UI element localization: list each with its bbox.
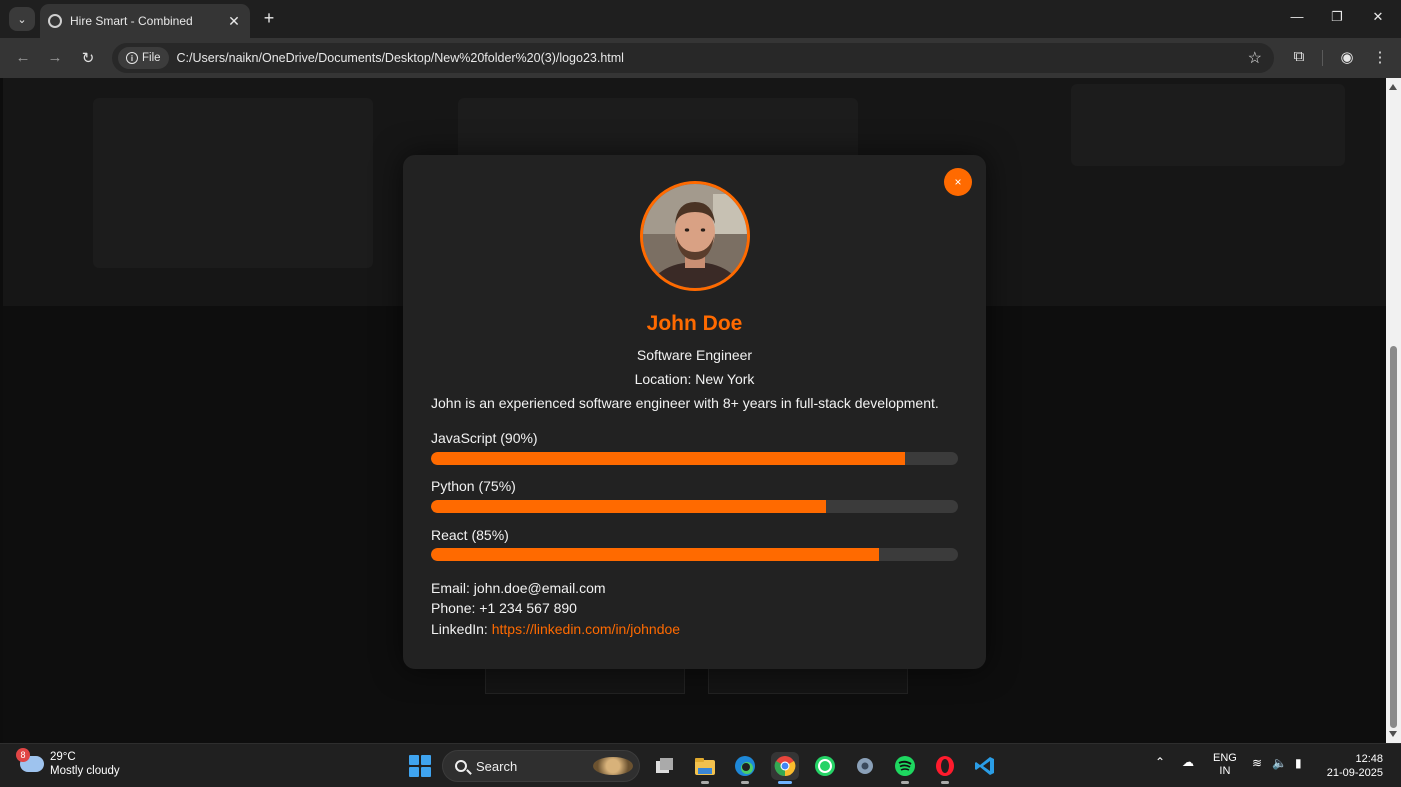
forward-icon[interactable]: →	[45, 49, 65, 66]
taskbar-search[interactable]: Search	[442, 750, 640, 782]
lang-bottom: IN	[1219, 765, 1231, 777]
search-icon	[455, 760, 467, 772]
email-value: john.doe@email.com	[473, 580, 606, 596]
toolbar-divider	[1322, 50, 1323, 66]
email-label: Email:	[431, 580, 470, 596]
new-tab-button[interactable]: +	[258, 8, 280, 29]
skill-label-react: React (85%)	[431, 527, 509, 543]
edge-icon[interactable]	[731, 752, 759, 784]
task-view-icon[interactable]	[651, 752, 679, 780]
phone-value: +1 234 567 890	[479, 600, 577, 616]
contact-email: Email: john.doe@email.com	[431, 580, 606, 596]
wifi-icon[interactable]: ≋	[1252, 757, 1262, 770]
tray-chevron-icon[interactable]: ⌃	[1155, 756, 1165, 769]
weather-desc: Mostly cloudy	[50, 765, 120, 777]
search-highlight-icon	[593, 757, 633, 775]
profile-modal: × John Doe Software Engineer Location: N…	[403, 155, 986, 669]
avatar-photo	[643, 184, 747, 288]
contact-phone: Phone: +1 234 567 890	[431, 600, 577, 616]
linkedin-link[interactable]: https://linkedin.com/in/johndoe	[492, 621, 680, 637]
browser-tab[interactable]: Hire Smart - Combined ✕	[40, 4, 250, 38]
site-info-chip[interactable]: i File	[118, 47, 169, 69]
lang-top: ENG	[1213, 752, 1237, 764]
minimize-icon[interactable]: —	[1287, 9, 1307, 24]
opera-icon[interactable]	[931, 752, 959, 784]
profile-role: Software Engineer	[636, 347, 753, 363]
extensions-icon[interactable]: ⧉	[1289, 48, 1309, 65]
globe-icon	[48, 14, 62, 28]
file-explorer-icon[interactable]	[691, 752, 719, 784]
whatsapp-icon[interactable]	[811, 752, 839, 780]
search-label: Search	[476, 758, 518, 774]
window-close-icon[interactable]: ✕	[1368, 9, 1388, 25]
url-text[interactable]: C:/Users/naikn/OneDrive/Documents/Deskto…	[177, 51, 624, 65]
info-icon: i	[126, 52, 138, 64]
settings-icon[interactable]	[851, 752, 879, 780]
tab-search-icon[interactable]: ⌄	[9, 7, 35, 31]
profile-icon[interactable]: ◉	[1337, 48, 1357, 66]
system-clock[interactable]: 12:48 21-09-2025	[1327, 752, 1383, 780]
skill-bar-javascript	[431, 452, 958, 465]
weather-temp: 29°C	[50, 751, 76, 763]
vscode-icon[interactable]	[971, 752, 999, 780]
address-bar[interactable]: i File C:/Users/naikn/OneDrive/Documents…	[112, 43, 1274, 73]
skill-bar-react	[431, 548, 958, 561]
profile-name: John Doe	[646, 312, 743, 335]
volume-icon[interactable]: 🔈	[1272, 757, 1287, 770]
scroll-thumb[interactable]	[1390, 346, 1397, 728]
skill-label-javascript: JavaScript (90%)	[431, 430, 538, 446]
tab-close-icon[interactable]: ✕	[226, 13, 242, 30]
chrome-icon[interactable]	[771, 752, 799, 784]
menu-dots-icon[interactable]: ⋮	[1370, 48, 1390, 66]
onedrive-icon[interactable]: ☁	[1182, 756, 1194, 769]
location-value: New York	[695, 371, 755, 387]
skill-fill-python	[431, 500, 827, 513]
skill-fill-javascript	[431, 452, 906, 465]
location-label: Location:	[634, 371, 692, 387]
tab-title: Hire Smart - Combined	[70, 14, 193, 28]
browser-tab-bar: ⌄ Hire Smart - Combined ✕ + — ❐ ✕	[0, 0, 1401, 38]
skill-bar-python	[431, 500, 958, 513]
file-chip-label: File	[142, 52, 161, 64]
taskbar: 8 29°C Mostly cloudy Search ⌃ ☁ ENG IN ≋…	[0, 743, 1401, 787]
clock-date: 21-09-2025	[1326, 767, 1383, 779]
weather-widget[interactable]: 8 29°C Mostly cloudy	[16, 748, 120, 778]
profile-bio: John is an experienced software engineer…	[431, 395, 939, 411]
reload-icon[interactable]: ↻	[78, 49, 98, 67]
modal-close-button[interactable]: ×	[944, 168, 972, 196]
cloud-icon: 8	[16, 748, 44, 772]
clock-time: 12:48	[1355, 753, 1383, 765]
windows-start-icon[interactable]	[409, 755, 431, 777]
skill-fill-react	[431, 548, 879, 561]
phone-label: Phone:	[431, 600, 476, 616]
background-card	[93, 98, 373, 268]
skill-label-python: Python (75%)	[431, 478, 516, 494]
spotify-icon[interactable]	[891, 752, 919, 784]
back-icon[interactable]: ←	[13, 49, 33, 66]
avatar	[640, 181, 750, 291]
weather-badge: 8	[16, 748, 30, 762]
bookmark-star-icon[interactable]: ☆	[1248, 48, 1262, 68]
language-indicator[interactable]: ENG IN	[1213, 752, 1237, 778]
contact-linkedin: LinkedIn: https://linkedin.com/in/johndo…	[431, 621, 680, 637]
battery-icon[interactable]: ▮	[1295, 757, 1302, 770]
linkedin-label: LinkedIn:	[431, 621, 488, 637]
restore-icon[interactable]: ❐	[1327, 9, 1347, 25]
background-card	[1071, 84, 1345, 166]
scroll-up-icon[interactable]	[1389, 84, 1397, 90]
page-scrollbar[interactable]	[1386, 78, 1401, 743]
browser-toolbar: ← → ↻ i File C:/Users/naikn/OneDrive/Doc…	[0, 38, 1401, 78]
scroll-down-icon[interactable]	[1389, 731, 1397, 737]
profile-location: Location: New York	[403, 371, 986, 387]
